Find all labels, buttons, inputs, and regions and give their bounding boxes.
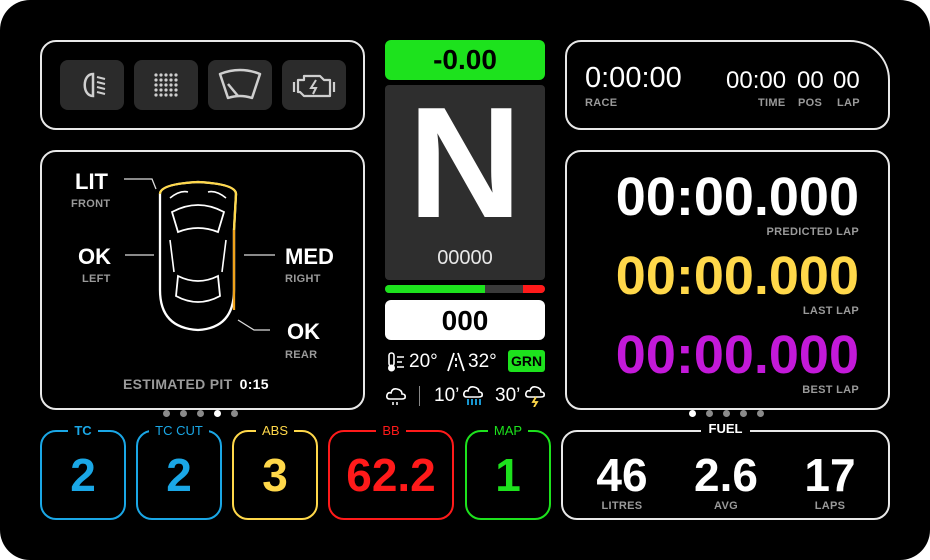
fuel-litres-label: LITRES: [601, 500, 643, 512]
brake-bias-box[interactable]: BB 62.2: [328, 423, 454, 520]
flag-badge: GRN: [508, 350, 545, 372]
weather-divider: [419, 386, 420, 406]
tc-cut-box[interactable]: TC CUT 2: [136, 423, 222, 520]
track-temp: 32°: [468, 351, 497, 372]
best-lap: 00:00.000: [615, 325, 859, 385]
pit-text: ESTIMATED PIT: [123, 376, 233, 392]
wiper-button[interactable]: [208, 60, 272, 110]
lap: 00: [833, 67, 860, 94]
fuel-avg-label: AVG: [714, 500, 738, 512]
track-temp-icon: [447, 352, 465, 372]
abs-label: ABS: [255, 423, 294, 438]
predicted-lap: 00:00.000: [615, 167, 859, 227]
lap-label: LAP: [837, 97, 860, 109]
grid-button[interactable]: [134, 60, 198, 110]
rpm-value: 00000: [437, 247, 493, 269]
right-label: RIGHT: [285, 273, 321, 285]
headlight-icon: [83, 72, 106, 98]
headlight-button[interactable]: [60, 60, 124, 110]
speed-value: 000: [441, 305, 489, 336]
air-temp-icon: [388, 352, 404, 372]
race-label: RACE: [585, 97, 618, 109]
best-lap-label: BEST LAP: [802, 384, 859, 396]
session-time-label: TIME: [758, 97, 786, 109]
map-value: 1: [495, 449, 521, 501]
pit-value: 0:15: [239, 376, 269, 392]
front-label: FRONT: [71, 198, 111, 210]
rain-cloud-icon: [463, 386, 483, 405]
wiper-icon: [218, 68, 262, 100]
delta-value: -0.00: [433, 44, 497, 75]
rain-30-min: 30’: [495, 385, 521, 406]
tc-value: 2: [70, 449, 96, 501]
brake-bias-value: 62.2: [346, 449, 436, 501]
predicted-lap-label: PREDICTED LAP: [766, 226, 859, 238]
tc-box[interactable]: TC 2: [40, 423, 126, 520]
air-temp: 20°: [409, 351, 438, 372]
fuel-title: FUEL: [561, 421, 890, 436]
front-status: LIT: [75, 169, 108, 194]
right-page-dots[interactable]: [684, 404, 769, 422]
tc-cut-label: TC CUT: [149, 423, 209, 438]
fuel-litres: 46: [596, 449, 648, 501]
storm-cloud-icon: [525, 386, 545, 407]
position: 00: [797, 67, 824, 94]
map-label: MAP: [487, 423, 529, 438]
shift-bar: [385, 285, 545, 293]
abs-box[interactable]: ABS 3: [232, 423, 318, 520]
left-label: LEFT: [82, 273, 111, 285]
race-time: 0:00:00: [585, 62, 682, 94]
position-label: POS: [798, 97, 823, 109]
pit-label: ESTIMATED PIT 0:15: [123, 376, 269, 392]
left-page-dots[interactable]: [158, 404, 243, 422]
rain-10-min: 10’: [434, 385, 460, 406]
rear-status: OK: [287, 319, 320, 344]
brake-bias-label: BB: [376, 423, 406, 438]
fuel-laps-label: LAPS: [814, 500, 846, 512]
dot-grid-icon: [154, 73, 178, 97]
map-box[interactable]: MAP 1: [465, 423, 551, 520]
tc-label: TC: [68, 423, 98, 438]
right-status: MED: [285, 244, 334, 269]
engine-warning-icon: [292, 74, 336, 98]
rear-label: REAR: [285, 349, 318, 361]
gear-value: N: [407, 75, 523, 251]
cloud-icon: [386, 388, 406, 405]
fuel-title-text: FUEL: [700, 421, 751, 436]
fuel-avg: 2.6: [694, 449, 758, 501]
dashboard: LIT FRONT OK LEFT MED RIGHT OK REAR ESTI…: [0, 0, 930, 560]
left-status: OK: [78, 244, 111, 269]
last-lap-label: LAST LAP: [802, 305, 859, 317]
car-icon: [124, 178, 275, 332]
session-time: 00:00: [726, 67, 787, 94]
engine-button[interactable]: [282, 60, 346, 110]
abs-value: 3: [262, 449, 288, 501]
fuel-laps: 17: [804, 449, 856, 501]
tc-cut-value: 2: [166, 449, 192, 501]
last-lap: 00:00.000: [615, 246, 859, 306]
